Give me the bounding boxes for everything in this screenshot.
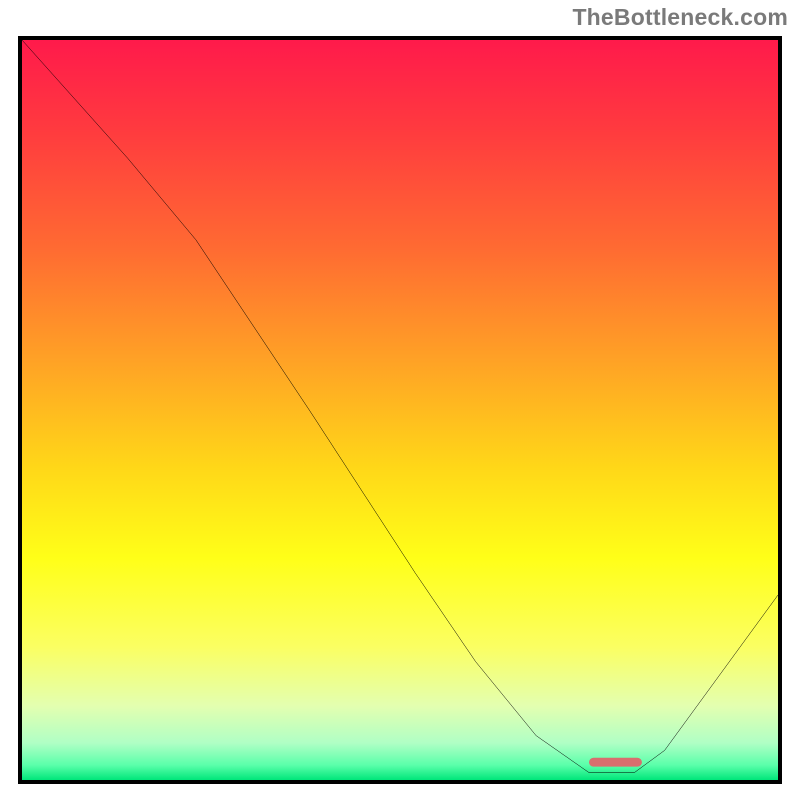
plot-frame <box>18 36 782 784</box>
optimal-marker <box>589 758 642 767</box>
chart-svg <box>22 40 778 780</box>
chart-background <box>22 40 778 780</box>
attribution-text: TheBottleneck.com <box>572 4 788 31</box>
